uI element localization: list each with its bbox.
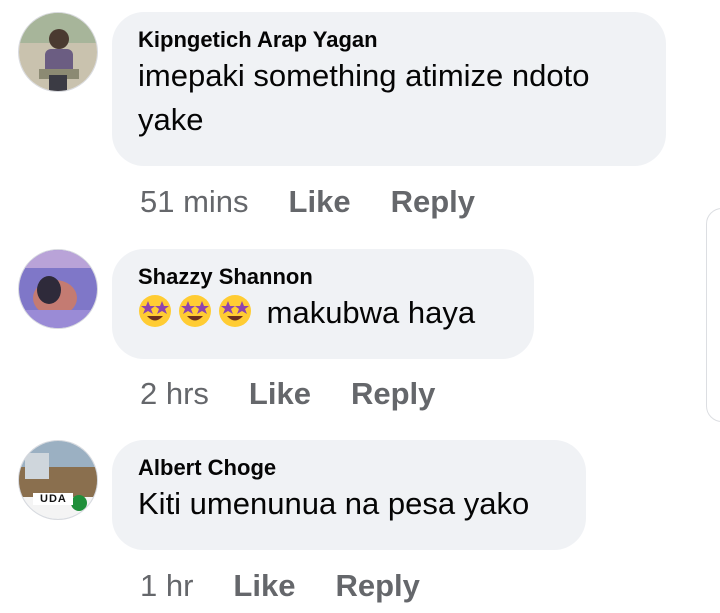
reply-button[interactable]: Reply (391, 182, 475, 222)
star-struck-emoji-icon (219, 295, 251, 327)
comment-bubble: Kipngetich Arap Yagan imepaki something … (112, 12, 666, 166)
like-button[interactable]: Like (289, 182, 351, 222)
like-button[interactable]: Like (233, 566, 295, 606)
comment-text: makubwa haya (138, 291, 508, 335)
avatar-photo-icon (19, 13, 97, 91)
avatar[interactable] (18, 249, 98, 329)
comment-author[interactable]: Albert Choge (138, 454, 560, 482)
reply-button[interactable]: Reply (351, 374, 435, 414)
comment-actions: 1 hr Like Reply (140, 566, 420, 606)
comment-author[interactable]: Shazzy Shannon (138, 263, 508, 291)
comment-timestamp[interactable]: 51 mins (140, 182, 249, 222)
comment-bubble: Albert Choge Kiti umenunua na pesa yako (112, 440, 586, 550)
comment-text-line: imepaki something atimize ndoto (138, 58, 590, 93)
comment-timestamp[interactable]: 1 hr (140, 566, 193, 606)
comment-text-line: yake (138, 102, 204, 137)
offscreen-card-edge (706, 208, 720, 422)
star-struck-emoji-icon (179, 295, 211, 327)
avatar-badge-text: UDA (40, 493, 67, 505)
comment-timestamp[interactable]: 2 hrs (140, 374, 209, 414)
comment-actions: 51 mins Like Reply (140, 182, 475, 222)
avatar-photo-icon (19, 441, 97, 519)
comment-author[interactable]: Kipngetich Arap Yagan (138, 26, 640, 54)
avatar[interactable] (18, 12, 98, 92)
comment-text: Kiti umenunua na pesa yako (138, 486, 530, 521)
comment-actions: 2 hrs Like Reply (140, 374, 435, 414)
star-struck-emoji-icon (139, 295, 171, 327)
avatar[interactable]: UDA (18, 440, 98, 520)
like-button[interactable]: Like (249, 374, 311, 414)
comment-text-content: makubwa haya (266, 295, 476, 330)
comment-bubble: Shazzy Shannon makubwa haya (112, 249, 534, 359)
avatar-photo-icon (19, 250, 97, 328)
reply-button[interactable]: Reply (335, 566, 419, 606)
